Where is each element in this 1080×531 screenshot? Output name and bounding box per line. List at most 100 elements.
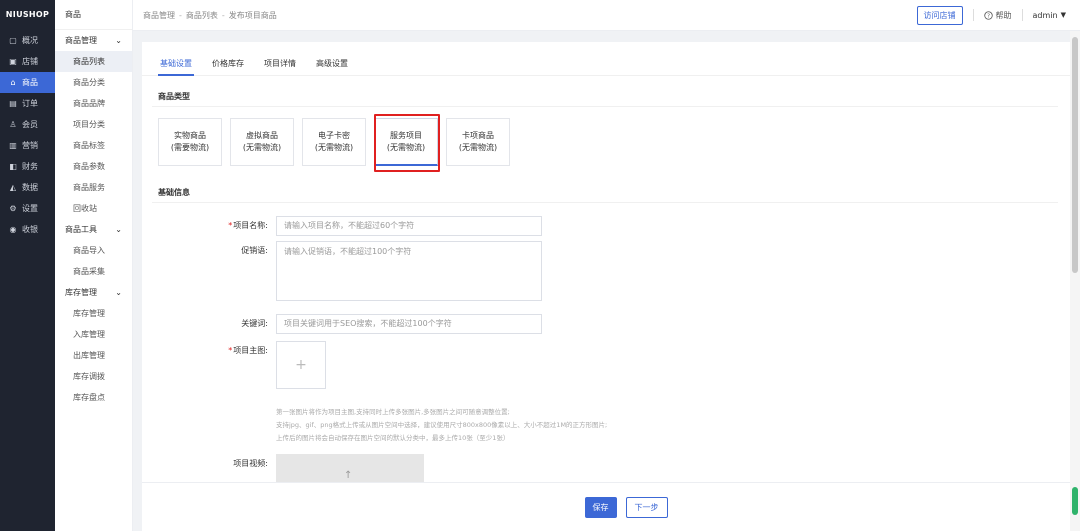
cashier-icon: ◉ [9, 225, 17, 234]
nav-item-4[interactable]: ♙ 会员 [0, 114, 55, 135]
upload-arrow-icon: ↑ [344, 470, 353, 481]
goods-type-name: 卡项商品 [462, 131, 494, 140]
nav-item-label: 店铺 [22, 57, 38, 66]
nav-sub-item[interactable]: 商品导入 [55, 240, 132, 261]
nav-sub-item[interactable]: 入库管理 [55, 324, 132, 345]
breadcrumb-item[interactable]: 商品管理 [143, 11, 175, 20]
nav-group-1[interactable]: 商品工具 ⌄ [55, 219, 132, 240]
nav-item-1[interactable]: ▣ 店铺 [0, 51, 55, 72]
nav-item-label: 收银 [22, 225, 38, 234]
nav-sub-item[interactable]: 商品分类 [55, 72, 132, 93]
breadcrumb: 商品管理 - 商品列表 - 发布项目商品 [143, 10, 277, 21]
tab-1[interactable]: 价格库存 [212, 42, 244, 75]
action-bar: 保存 下一步 [142, 482, 1070, 531]
nav-group-0[interactable]: 商品管理 ⌄ [55, 30, 132, 51]
hint-line: 第一张图片将作为项目主图,支持同时上传多张图片,多张图片之间可随意调整位置; [276, 408, 510, 416]
keyword-label: 关键词: [241, 319, 268, 328]
header-divider [1021, 9, 1023, 21]
nav-item-8[interactable]: ⚙ 设置 [0, 198, 55, 219]
promo-label: 促销语: [241, 246, 268, 255]
nav-group-label: 商品工具 [65, 225, 97, 234]
nav-group-2[interactable]: 库存管理 ⌄ [55, 282, 132, 303]
image-label: *项目主图: [228, 346, 268, 355]
form-row-promo: 促销语: 请输入促销语，不能超过100个字符 [182, 241, 542, 301]
keyword-input[interactable]: 项目关键词用于SEO搜索，不能超过100个字符 [276, 314, 542, 334]
nav-sub-item[interactable]: 商品品牌 [55, 93, 132, 114]
settings-icon: ⚙ [9, 204, 17, 213]
nav-item-0[interactable]: ▢ 概况 [0, 30, 55, 51]
goods-type-card[interactable]: 卡项商品 (无需物流) [446, 118, 510, 166]
nav-sub-item[interactable]: 商品服务 [55, 177, 132, 198]
nav-item-6[interactable]: ◧ 财务 [0, 156, 55, 177]
section-title-goods-type: 商品类型 [158, 92, 190, 101]
required-mark: * [228, 346, 233, 355]
image-upload-button[interactable]: + [276, 341, 326, 389]
nav-sub-item[interactable]: 商品标签 [55, 135, 132, 156]
nav-item-9[interactable]: ◉ 收银 [0, 219, 55, 240]
nav-sub-item[interactable]: 商品列表 [55, 51, 132, 72]
goods-type-desc: (无需物流) [458, 143, 498, 152]
nav-item-label: 数据 [22, 183, 38, 192]
nav-item-5[interactable]: ▥ 营销 [0, 135, 55, 156]
nav-item-label: 订单 [22, 99, 38, 108]
form-row-name: *项目名称: 请输入项目名称，不能超过60个字符 [182, 216, 542, 236]
breadcrumb-item[interactable]: 商品列表 [186, 11, 218, 20]
nav-sub-item[interactable]: 项目分类 [55, 114, 132, 135]
tab-bar: 基础设置 价格库存 项目详情 高级设置 [142, 42, 1070, 76]
nav-item-2[interactable]: ⌂ 商品 [0, 72, 55, 93]
sub-sidebar: 商品 商品管理 ⌄ 商品列表 商品分类 商品品牌 项目分类 商品标签 商品参数 商品服务 回收站商… [55, 0, 133, 531]
selection-highlight-frame [374, 114, 440, 172]
goods-icon: ⌂ [10, 78, 16, 87]
goods-type-name: 电子卡密 [318, 131, 350, 140]
brand-logo[interactable]: NIUSHOP [0, 0, 55, 30]
breadcrumb-separator: - [179, 10, 182, 20]
nav-sub-item[interactable]: 商品参数 [55, 156, 132, 177]
goods-type-selector: 实物商品 (需要物流) 虚拟商品 (无需物流) 电子卡密 (无需物流) 服务项目 (无需物流)… [158, 118, 518, 166]
main-panel: 基础设置 价格库存 项目详情 高级设置 商品类型 实物商品 (需要物流) 虚拟商品 (无需物… [142, 42, 1070, 482]
user-menu[interactable]: admin ▼ [1033, 11, 1066, 20]
nav-group-label: 商品管理 [65, 36, 97, 45]
breadcrumb-separator: - [221, 10, 225, 20]
hint-line: 支持jpg、gif、png格式上传或从图片空间中选择，建议使用尺寸800x800… [276, 421, 608, 429]
tab-2[interactable]: 项目详情 [264, 42, 296, 75]
form-row-video: 项目视频: ↑ [182, 454, 424, 482]
scrollbar-thumb[interactable] [1072, 37, 1078, 273]
promo-textarea[interactable]: 请输入促销语，不能超过100个字符 [276, 241, 542, 301]
visit-store-button[interactable]: 访问店铺 [916, 5, 963, 25]
nav-sub-item[interactable]: 库存盘点 [55, 387, 132, 408]
section-divider [152, 202, 1058, 203]
header-divider [972, 9, 974, 21]
sub-sidebar-title: 商品 [55, 0, 132, 30]
next-step-button[interactable]: 下一步 [625, 496, 668, 518]
nav-item-label: 财务 [22, 162, 38, 171]
page-scrollbar[interactable] [1070, 31, 1080, 531]
nav-item-label: 概况 [22, 36, 38, 45]
goods-type-card[interactable]: 实物商品 (需要物流) [158, 118, 222, 166]
goods-type-card[interactable]: 电子卡密 (无需物流) [302, 118, 366, 166]
project-name-input[interactable]: 请输入项目名称，不能超过60个字符 [276, 216, 542, 236]
floating-side-widget[interactable] [1072, 487, 1078, 515]
goods-type-name: 实物商品 [174, 131, 206, 140]
data-icon: ◭ [9, 183, 17, 192]
nav-sub-item[interactable]: 出库管理 [55, 345, 132, 366]
nav-sub-item[interactable]: 库存管理 [55, 303, 132, 324]
nav-sub-item[interactable]: 商品采集 [55, 261, 132, 282]
form-row-keyword: 关键词: 项目关键词用于SEO搜索，不能超过100个字符 [182, 314, 542, 334]
save-button[interactable]: 保存 [584, 496, 617, 518]
nav-sub-item[interactable]: 回收站 [55, 198, 132, 219]
goods-type-desc: (无需物流) [242, 143, 282, 152]
nav-item-3[interactable]: ▤ 订单 [0, 93, 55, 114]
nav-sub-item[interactable]: 库存调拨 [55, 366, 132, 387]
nav-item-7[interactable]: ◭ 数据 [0, 177, 55, 198]
marketing-icon: ▥ [9, 141, 17, 150]
tab-3[interactable]: 高级设置 [316, 42, 348, 75]
video-upload-area[interactable]: ↑ [276, 454, 424, 482]
top-header: 商品管理 - 商品列表 - 发布项目商品 访问店铺 ? 帮助 admin ▼ [133, 0, 1080, 31]
tab-0[interactable]: 基础设置 [158, 42, 194, 76]
nav-item-label: 设置 [22, 204, 38, 213]
goods-type-card[interactable]: 虚拟商品 (无需物流) [230, 118, 294, 166]
help-link[interactable]: ? 帮助 [983, 10, 1012, 21]
user-name: admin [1032, 10, 1058, 20]
section-title-basic-info: 基础信息 [158, 188, 190, 197]
nav-item-label: 商品 [22, 78, 38, 87]
